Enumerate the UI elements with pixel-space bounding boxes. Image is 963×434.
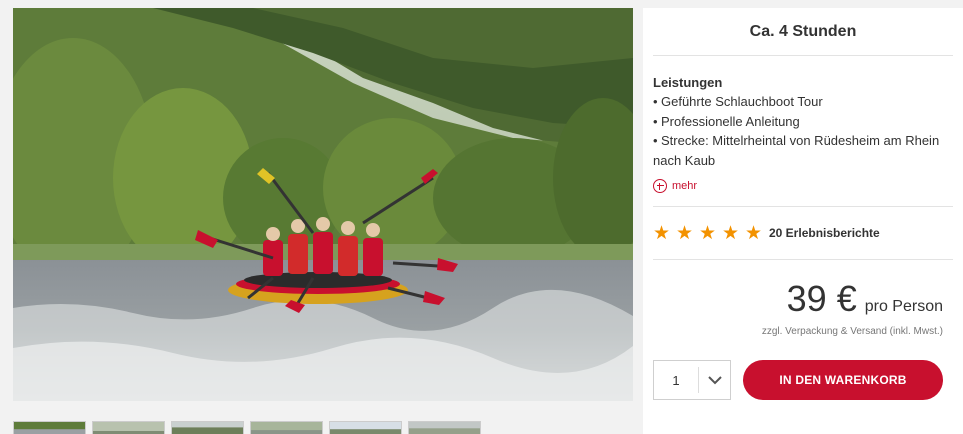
services-section: Leistungen • Geführte Schlauchboot Tour •… [643,56,963,194]
product-image[interactable] [13,8,633,401]
thumbnail-strip [13,421,633,434]
thumbnail[interactable] [329,421,402,434]
quantity-value: 1 [672,372,680,388]
reviews-count-link[interactable]: 20 Erlebnisberichte [769,226,880,240]
service-item-text: Geführte Schlauchboot Tour [661,94,823,109]
thumbnail[interactable] [250,421,323,434]
star-icon: ★ [745,222,763,244]
star-icon: ★ [722,222,740,244]
services-list: • Geführte Schlauchboot Tour • Professione… [653,92,953,170]
chevron-down-icon[interactable] [699,361,730,399]
price-unit: pro Person [864,298,943,315]
service-item: • Professionelle Anleitung [653,113,800,129]
rating[interactable]: ★ ★ ★ ★ ★ 20 Erlebnisberichte [643,207,963,259]
thumbnail[interactable] [13,421,86,434]
star-icon: ★ [676,222,694,244]
product-info-panel: Ca. 4 Stunden Leistungen • Geführte Schla… [643,8,963,434]
shipping-note: zzgl. Verpackung & Versand (inkl. Mwst.) [761,326,943,337]
buy-row: 1 IN DEN WARENKORB [643,360,963,400]
service-item: • Strecke: Mittelrheintal von Rüdesheim a… [653,133,940,168]
star-icon: ★ [699,222,717,244]
thumbnail[interactable] [408,421,481,434]
quantity-select[interactable]: 1 [653,360,731,400]
service-item-text: Professionelle Anleitung [661,113,800,129]
star-icon: ★ [653,222,671,244]
service-item: • Geführte Schlauchboot Tour [653,94,823,109]
thumbnail[interactable] [92,421,165,434]
price: 39 € pro Person [643,278,963,319]
more-link[interactable]: mehr [653,178,953,194]
price-amount: 39 € [786,278,857,319]
service-item-text: Strecke: Mittelrheintal von Rüdesheim am… [653,133,940,168]
add-to-cart-button[interactable]: IN DEN WARENKORB [743,360,943,400]
thumbnail[interactable] [171,421,244,434]
more-label: mehr [672,180,698,192]
plus-circle-icon [653,179,667,193]
services-title: Leistungen [653,75,723,90]
duration-heading: Ca. 4 Stunden [653,8,953,56]
divider [653,259,953,260]
